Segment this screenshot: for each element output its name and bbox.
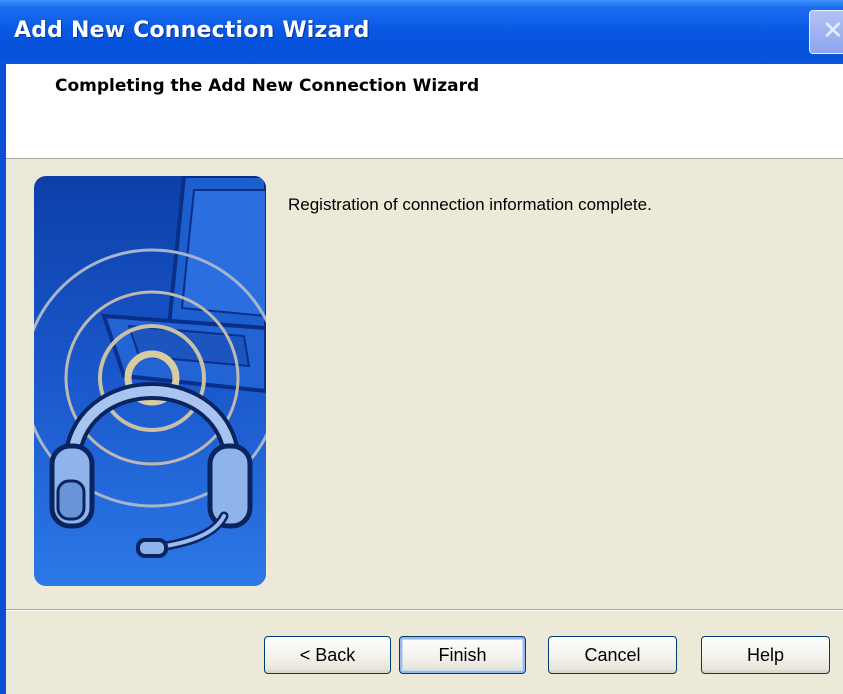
wizard-window: Add New Connection Wizard ✕ Completing t… — [0, 0, 843, 694]
window-title: Add New Connection Wizard — [14, 18, 370, 43]
headset-laptop-icon — [34, 176, 266, 586]
close-icon: ✕ — [822, 16, 843, 46]
title-bar[interactable]: Add New Connection Wizard ✕ — [0, 0, 843, 64]
wizard-header: Completing the Add New Connection Wizard — [6, 64, 843, 159]
cancel-button[interactable]: Cancel — [548, 636, 677, 674]
page-title: Completing the Add New Connection Wizard — [55, 76, 480, 96]
footer-divider — [6, 609, 843, 611]
finish-button[interactable]: Finish — [399, 636, 526, 674]
headset-illustration — [34, 176, 266, 586]
help-button[interactable]: Help — [701, 636, 830, 674]
close-button[interactable]: ✕ — [809, 10, 843, 54]
back-button[interactable]: < Back — [264, 636, 391, 674]
status-message: Registration of connection information c… — [288, 195, 652, 214]
